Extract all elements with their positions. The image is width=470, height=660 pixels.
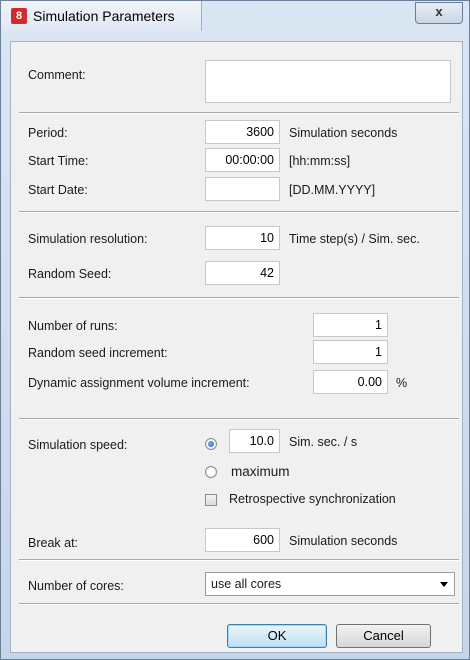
divider (19, 603, 459, 605)
start-time-label: Start Time: (28, 154, 89, 168)
comment-field[interactable] (205, 60, 451, 103)
resolution-input[interactable]: 10 (205, 226, 280, 250)
volume-increment-label: Dynamic assignment volume increment: (28, 376, 250, 390)
app-icon: 8 (11, 8, 27, 24)
break-at-input[interactable]: 600 (205, 528, 280, 552)
window-title: Simulation Parameters (33, 8, 175, 24)
runs-label: Number of runs: (28, 319, 118, 333)
divider (19, 418, 459, 420)
dialog-body: Comment: Period: 3600 Simulation seconds… (10, 41, 463, 653)
speed-unit: Sim. sec. / s (289, 435, 358, 449)
start-date-unit: [DD.MM.YYYY] (289, 183, 376, 197)
speed-input[interactable]: 10.0 (229, 429, 280, 453)
random-seed-label: Random Seed: (28, 267, 112, 281)
speed-value-radio[interactable] (205, 438, 217, 450)
speed-label: Simulation speed: (28, 438, 128, 452)
start-time-unit: [hh:mm:ss] (289, 154, 351, 168)
resolution-unit: Time step(s) / Sim. sec. (289, 232, 420, 246)
period-unit: Simulation seconds (289, 126, 398, 140)
runs-input[interactable]: 1 (313, 313, 388, 337)
dialog-window: 8 Simulation Parameters x Comment: Perio… (0, 0, 470, 660)
divider (19, 559, 459, 561)
start-date-input[interactable] (205, 177, 280, 201)
start-date-label: Start Date: (28, 183, 88, 197)
speed-maximum-label: maximum (231, 464, 290, 479)
cores-dropdown[interactable]: use all cores (205, 572, 455, 596)
seed-increment-label: Random seed increment: (28, 346, 168, 360)
cores-label: Number of cores: (28, 579, 124, 593)
start-time-input[interactable]: 00:00:00 (205, 148, 280, 172)
ok-button[interactable]: OK (227, 624, 327, 648)
cores-selected: use all cores (211, 577, 282, 591)
random-seed-input[interactable]: 42 (205, 261, 280, 285)
period-input[interactable]: 3600 (205, 120, 280, 144)
volume-increment-unit: % (396, 376, 408, 390)
divider (19, 211, 459, 213)
divider (19, 297, 459, 299)
break-at-unit: Simulation seconds (289, 534, 398, 548)
volume-increment-input[interactable]: 0.00 (313, 370, 388, 394)
title-bar[interactable]: 8 Simulation Parameters x (1, 1, 469, 31)
retrospective-checkbox[interactable] (205, 494, 217, 506)
break-at-label: Break at: (28, 536, 79, 550)
close-button[interactable]: x (415, 2, 463, 24)
seed-increment-input[interactable]: 1 (313, 340, 388, 364)
chevron-down-icon (440, 582, 448, 587)
cancel-button[interactable]: Cancel (336, 624, 431, 648)
divider (19, 112, 459, 114)
speed-maximum-radio[interactable] (205, 466, 217, 478)
comment-label: Comment: (28, 68, 86, 82)
period-label: Period: (28, 126, 68, 140)
resolution-label: Simulation resolution: (28, 232, 148, 246)
retrospective-label: Retrospective synchronization (229, 492, 396, 506)
